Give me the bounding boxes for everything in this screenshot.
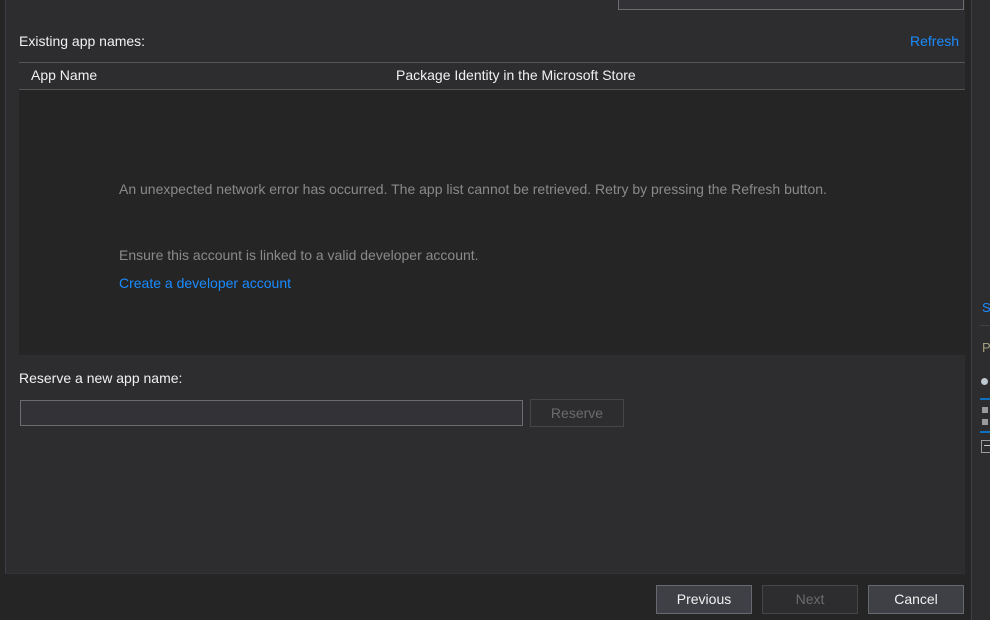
ide-right-tool-window: S P (965, 0, 990, 620)
column-header-package-identity[interactable]: Package Identity in the Microsoft Store (396, 67, 636, 83)
tool-window-separator (980, 325, 990, 326)
reserve-app-name-input[interactable] (20, 400, 523, 426)
tool-window-header-fragment: P (982, 340, 990, 355)
refresh-link[interactable]: Refresh (910, 33, 959, 49)
tool-window-link-fragment[interactable]: S (982, 300, 990, 315)
dialog-footer: Previous Next Cancel (5, 573, 965, 620)
expander-icon[interactable] (981, 440, 990, 453)
tree-node-icon-1[interactable] (982, 407, 988, 413)
dialog-content: Existing app names: Refresh App Name Pac… (5, 0, 965, 573)
column-header-app-name[interactable]: App Name (31, 67, 97, 83)
app-list-body: An unexpected network error has occurred… (19, 90, 965, 354)
tool-window-frame: S P (971, 0, 990, 620)
app-list-header: App Name Package Identity in the Microso… (19, 62, 965, 90)
property-icon (981, 378, 988, 385)
tree-node-icon-2[interactable] (982, 419, 988, 425)
reserve-new-app-name-label: Reserve a new app name: (19, 370, 183, 386)
next-button[interactable]: Next (762, 585, 858, 614)
tool-window-highlight-top (980, 398, 990, 400)
network-error-message: An unexpected network error has occurred… (119, 181, 827, 197)
tool-window-highlight-bottom (980, 431, 990, 433)
cancel-button[interactable]: Cancel (868, 585, 964, 614)
existing-app-names-label: Existing app names: (19, 33, 146, 49)
previous-button[interactable]: Previous (656, 585, 752, 614)
ensure-account-message: Ensure this account is linked to a valid… (119, 247, 479, 263)
app-list[interactable]: App Name Package Identity in the Microso… (19, 62, 965, 355)
reserve-button[interactable]: Reserve (530, 399, 624, 427)
create-developer-account-link[interactable]: Create a developer account (119, 275, 291, 291)
